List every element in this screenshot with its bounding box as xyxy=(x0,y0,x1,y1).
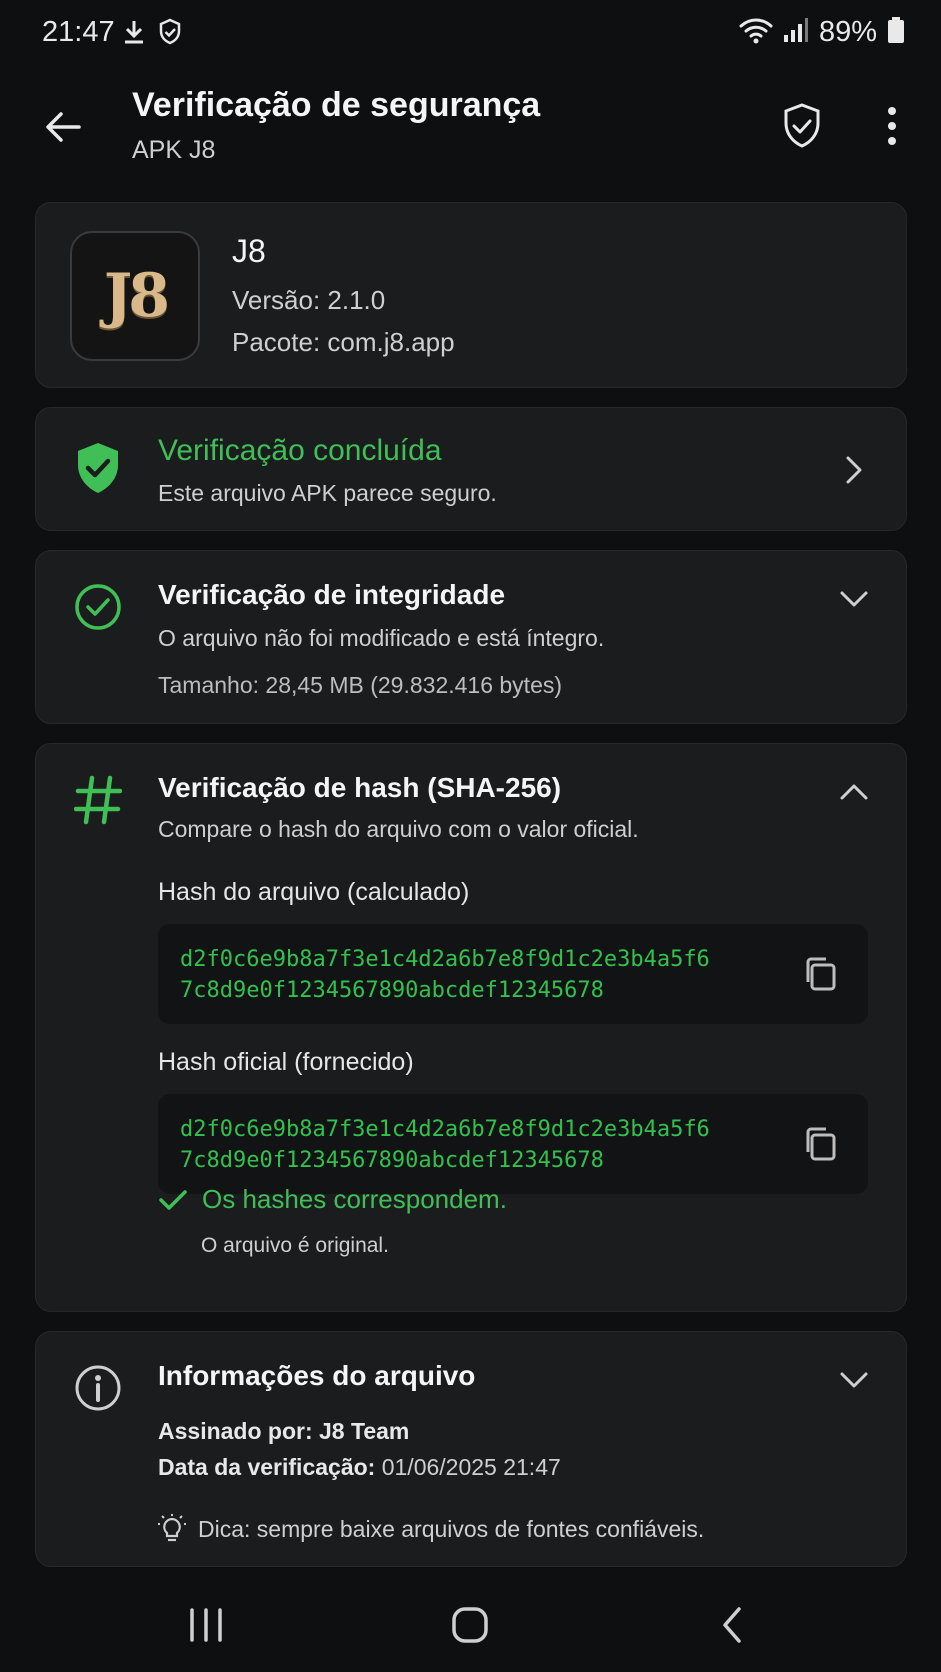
lightbulb-icon xyxy=(158,1514,186,1542)
verification-date-label: Data da verificação: xyxy=(158,1454,376,1480)
signed-by-value: J8 Team xyxy=(319,1418,410,1444)
integrity-title: Verificação de integridade xyxy=(158,579,506,610)
home-icon xyxy=(452,1607,488,1643)
tip: Dica: sempre baixe arquivos de fontes co… xyxy=(158,1514,704,1544)
info-icon xyxy=(70,1360,126,1416)
back-button[interactable] xyxy=(36,100,90,154)
signed-by: Assinado por: J8 Team xyxy=(158,1418,409,1445)
tip-text: Dica: sempre baixe arquivos de fontes co… xyxy=(198,1515,705,1542)
copy-calculated-hash-button[interactable] xyxy=(798,952,842,996)
security-shield-button[interactable] xyxy=(774,98,830,154)
check-circle-icon xyxy=(70,579,126,635)
nav-back-icon xyxy=(723,1607,741,1643)
app-icon: J8 xyxy=(70,231,200,361)
app-icon-logo: J8 xyxy=(103,261,170,331)
app-name: J8 xyxy=(232,233,266,269)
calculated-hash-value: d2f0c6e9b8a7f3e1c4d2a6b7e8f9d1c2e3b4a5f6… xyxy=(180,947,710,1003)
signed-by-label: Assinado por: xyxy=(158,1418,313,1444)
system-nav-bar xyxy=(0,1578,941,1672)
copy-official-hash-button[interactable] xyxy=(798,1122,842,1166)
home-button[interactable] xyxy=(442,1600,498,1650)
file-info-card[interactable]: Informações do arquivo Assinado por: J8 … xyxy=(35,1331,907,1567)
hash-match-subtitle: O arquivo é original. xyxy=(201,1234,389,1257)
chevron-right-icon xyxy=(832,448,876,492)
nav-back-button[interactable] xyxy=(704,1600,760,1650)
verification-date-value: 01/06/2025 21:47 xyxy=(381,1454,561,1480)
recent-apps-button[interactable] xyxy=(178,1600,234,1650)
check-icon xyxy=(159,1189,187,1210)
official-hash-label: Hash oficial (fornecido) xyxy=(158,1048,414,1076)
chevron-down-icon[interactable] xyxy=(832,1358,876,1402)
app-version: Versão: 2.1.0 xyxy=(232,285,386,315)
integrity-check-card[interactable]: Verificação de integridade O arquivo não… xyxy=(35,550,907,724)
recent-apps-icon xyxy=(190,1608,222,1642)
official-hash-value: d2f0c6e9b8a7f3e1c4d2a6b7e8f9d1c2e3b4a5f6… xyxy=(180,1117,710,1173)
shield-check-icon xyxy=(784,103,820,148)
verification-complete-subtitle: Este arquivo APK parece seguro. xyxy=(158,480,497,506)
hash-match-title: Os hashes correspondem. xyxy=(202,1184,507,1214)
verification-date: Data da verificação: 01/06/2025 21:47 xyxy=(158,1454,561,1481)
hash-match-status: Os hashes correspondem. xyxy=(158,1184,507,1215)
chevron-up-icon[interactable] xyxy=(832,770,876,814)
file-info-title: Informações do arquivo xyxy=(158,1360,476,1391)
verification-complete-title: Verificação concluída xyxy=(158,434,442,467)
more-vert-icon xyxy=(888,107,896,145)
chevron-down-icon[interactable] xyxy=(832,577,876,621)
app-info-card: J8 J8 Versão: 2.1.0 Pacote: com.j8.app xyxy=(35,202,907,388)
wifi-icon xyxy=(739,16,773,49)
hash-subtitle: Compare o hash do arquivo com o valor of… xyxy=(158,816,639,842)
battery-icon xyxy=(887,16,905,49)
battery-percent: 89% xyxy=(818,16,877,48)
calculated-hash-label: Hash do arquivo (calculado) xyxy=(158,878,470,906)
integrity-size: Tamanho: 28,45 MB (29.832.416 bytes) xyxy=(158,672,563,698)
official-hash-box: d2f0c6e9b8a7f3e1c4d2a6b7e8f9d1c2e3b4a5f6… xyxy=(158,1094,868,1194)
app-package: Pacote: com.j8.app xyxy=(232,327,455,357)
signal-icon xyxy=(783,17,809,48)
calculated-hash-box: d2f0c6e9b8a7f3e1c4d2a6b7e8f9d1c2e3b4a5f6… xyxy=(158,924,868,1024)
status-time: 21:47 xyxy=(42,16,115,48)
download-icon xyxy=(122,18,146,51)
verification-complete-card[interactable]: Verificação concluída Este arquivo APK p… xyxy=(35,407,907,531)
status-bar: 21:47 89% xyxy=(0,0,941,70)
hash-check-card: Verificação de hash (SHA-256) Compare o … xyxy=(35,743,907,1312)
integrity-subtitle: O arquivo não foi modificado e está ínte… xyxy=(158,625,605,651)
copy-icon xyxy=(806,1127,836,1161)
app-bar: Verificação de segurança APK J8 xyxy=(0,74,941,184)
hash-title: Verificação de hash (SHA-256) xyxy=(158,772,562,803)
hash-icon xyxy=(70,772,126,828)
back-arrow-icon xyxy=(46,112,81,142)
more-options-button[interactable] xyxy=(864,98,920,154)
page-title: Verificação de segurança xyxy=(132,86,541,124)
copy-icon xyxy=(806,957,836,991)
page-subtitle: APK J8 xyxy=(132,136,216,164)
shield-check-filled-icon xyxy=(70,440,126,496)
shield-check-icon xyxy=(158,18,182,51)
